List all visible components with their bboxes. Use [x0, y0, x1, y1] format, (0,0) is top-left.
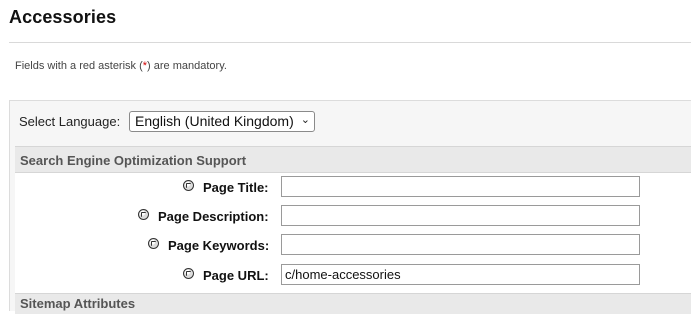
sitemap-section-title: Sitemap Attributes	[20, 296, 136, 311]
chevron-down-icon: ⌄	[300, 114, 310, 126]
page-title-label: Page Title:	[203, 180, 269, 195]
title-divider	[9, 42, 691, 43]
seo-section-header: Search Engine Optimization Support	[15, 146, 691, 173]
seo-section-title: Search Engine Optimization Support	[20, 153, 247, 168]
page-url-label: Page URL:	[203, 268, 269, 283]
sitemap-section-header: Sitemap Attributes	[15, 293, 691, 314]
language-select[interactable]: English (United Kingdom) ⌄	[129, 111, 315, 132]
help-icon[interactable]	[138, 209, 149, 220]
page-title-input[interactable]	[281, 176, 640, 197]
help-icon[interactable]	[183, 268, 194, 279]
language-label: Select Language:	[19, 114, 121, 129]
help-icon[interactable]	[148, 238, 159, 249]
page-keywords-input[interactable]	[281, 234, 640, 255]
help-icon[interactable]	[183, 180, 194, 191]
page-description-input[interactable]	[281, 205, 640, 226]
language-select-value: English (United Kingdom)	[135, 113, 294, 129]
page-title: Accessories	[9, 7, 117, 27]
page-keywords-label: Page Keywords:	[168, 238, 270, 253]
mandatory-note: Fields with a red asterisk (*) are manda…	[15, 60, 227, 72]
page-description-label: Page Description:	[158, 209, 269, 224]
mandatory-note-suffix: ) are mandatory.	[147, 60, 227, 72]
mandatory-note-prefix: Fields with a red asterisk (	[15, 60, 143, 72]
page-url-input[interactable]: c/home-accessories	[281, 264, 640, 285]
